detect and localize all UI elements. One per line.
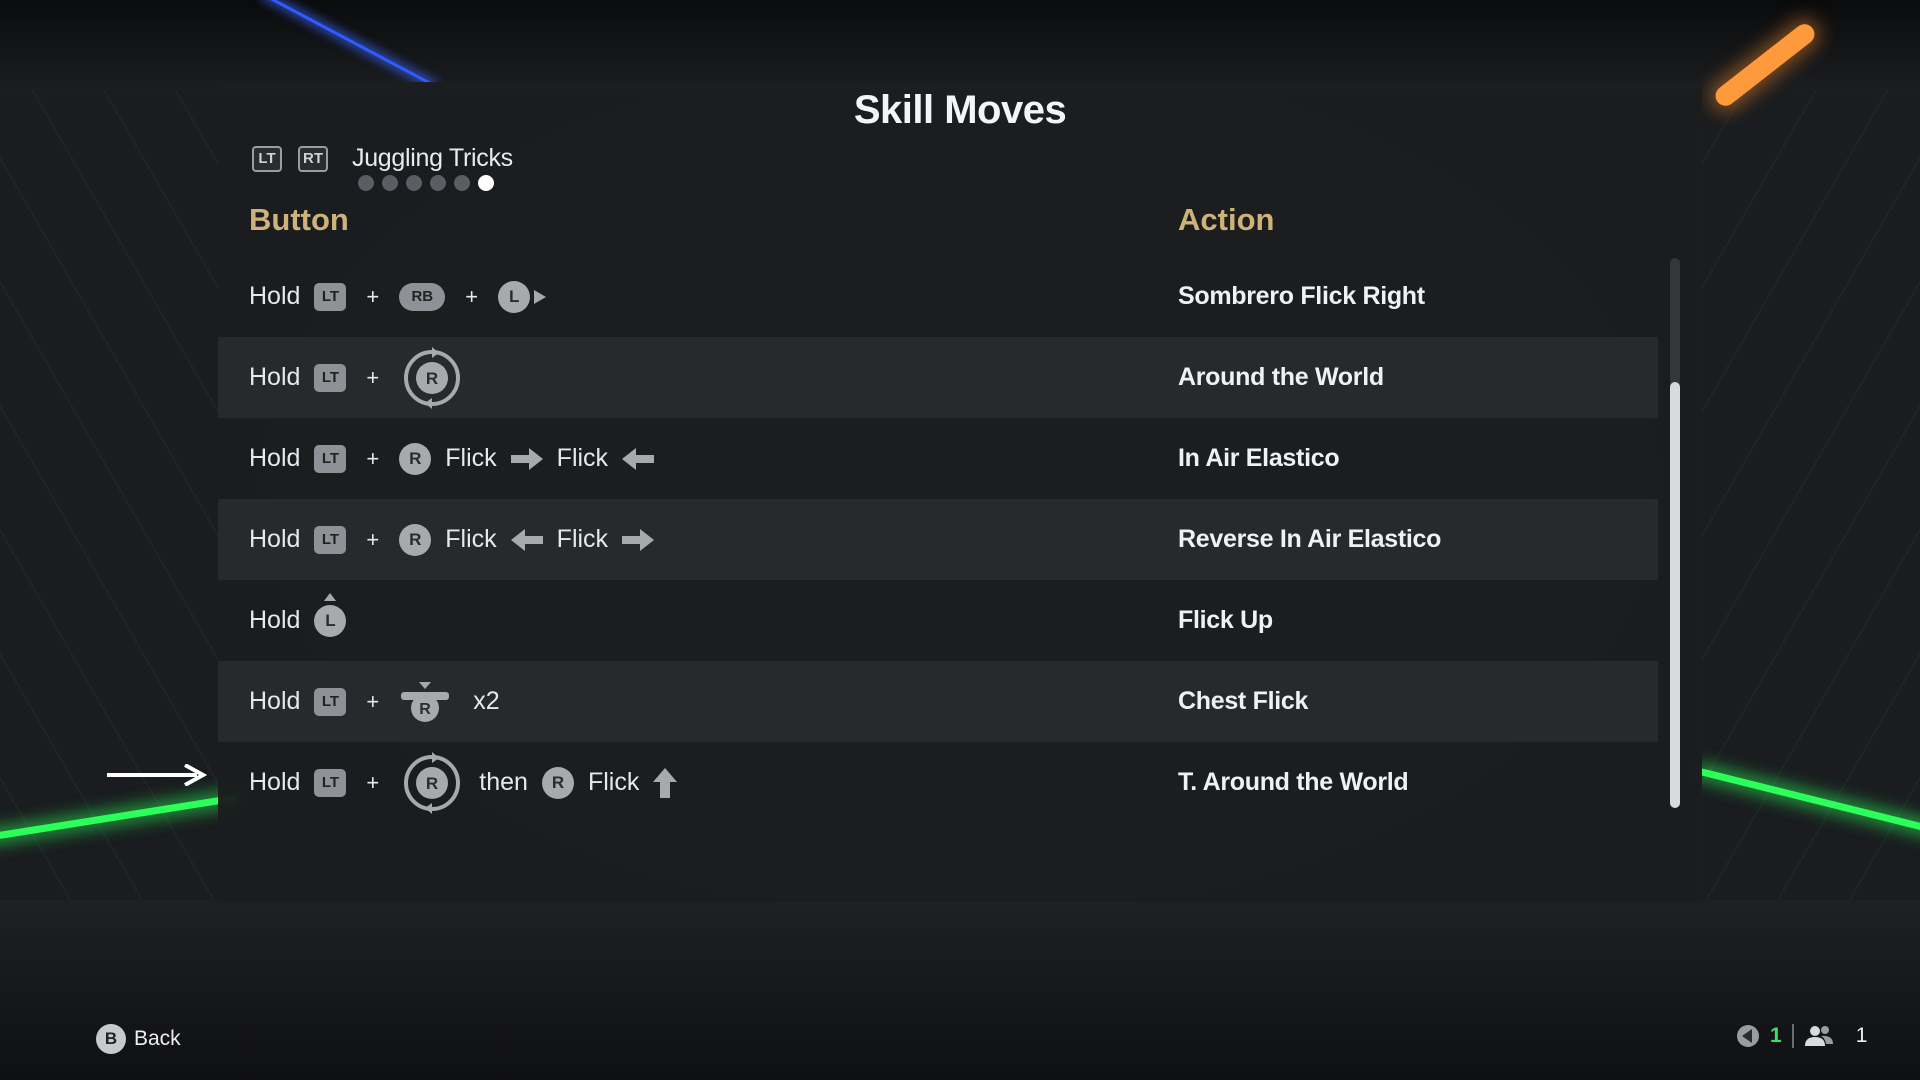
- page-title: Skill Moves: [853, 88, 1067, 132]
- button-combo: Hold L: [249, 580, 347, 661]
- arrow-left-icon: [622, 448, 654, 470]
- lt-icon: LT: [314, 282, 347, 311]
- page-dot: [406, 175, 422, 191]
- plus-sign: +: [366, 769, 380, 795]
- flick-label: Flick: [587, 768, 640, 796]
- page-dot: [430, 175, 446, 191]
- skill-row[interactable]: Hold LT + R Flick Flick In Air Elastico: [218, 418, 1658, 499]
- plus-sign: +: [366, 526, 380, 552]
- up-triangle: [324, 592, 337, 601]
- b-button-icon: B: [96, 1024, 126, 1054]
- svg-text:R: R: [420, 701, 432, 718]
- lt-icon: LT: [314, 525, 347, 554]
- rotate-stick-icon: R: [399, 750, 465, 816]
- button-combo: Hold LT + RB + L: [249, 256, 547, 337]
- repeat-count: x2: [473, 687, 500, 715]
- page-dot: [382, 175, 398, 191]
- action-name: T. Around the World: [1178, 768, 1409, 796]
- column-header-action: Action: [1178, 202, 1275, 237]
- lt-icon: LT: [314, 363, 347, 392]
- arrow-right-icon: [511, 448, 543, 470]
- r-stick-press-icon: R: [401, 681, 450, 722]
- action-name: Sombrero Flick Right: [1178, 282, 1425, 310]
- plus-sign: +: [366, 283, 380, 309]
- flick-label: Flick: [556, 525, 609, 553]
- button-combo: Hold LT + R Flick Flick: [249, 499, 654, 580]
- category-label: Juggling Tricks: [352, 144, 513, 172]
- action-name: Around the World: [1178, 363, 1384, 391]
- back-label: Back: [134, 1027, 181, 1050]
- hold-label: Hold: [249, 363, 301, 391]
- page-dot: [454, 175, 470, 191]
- hold-label: Hold: [249, 687, 301, 715]
- plus-sign: +: [366, 445, 380, 471]
- skill-row[interactable]: Hold LT + R Around the World: [218, 337, 1658, 418]
- plus-sign: +: [366, 688, 380, 714]
- plus-sign: +: [366, 364, 380, 390]
- action-name: Flick Up: [1178, 606, 1273, 634]
- category-selector[interactable]: LT RT Juggling Tricks: [252, 144, 513, 173]
- arrow-left-icon: [511, 529, 543, 551]
- hold-label: Hold: [249, 282, 301, 310]
- l-stick-up-icon: L: [314, 592, 347, 637]
- button-combo: Hold LT + R Flick Flick: [249, 418, 654, 499]
- r-stick-icon: R: [399, 523, 432, 556]
- button-combo: Hold LT + R: [249, 337, 465, 418]
- skill-row-selected[interactable]: Hold LT + R then R Flick T. Around the W…: [218, 742, 1658, 823]
- l-stick-icon: L: [498, 280, 531, 313]
- button-combo: Hold LT + R then R Flick: [249, 742, 678, 823]
- rotate-stick-icon: R: [399, 345, 465, 411]
- hold-label: Hold: [249, 525, 301, 553]
- hold-label: Hold: [249, 768, 301, 796]
- flick-label: Flick: [445, 525, 497, 553]
- arrow-up-icon: [653, 767, 678, 798]
- svg-text:R: R: [426, 774, 438, 793]
- back-button[interactable]: B Back: [96, 1024, 181, 1054]
- page-dot-active: [478, 175, 494, 191]
- scrollbar[interactable]: [1670, 258, 1680, 808]
- rb-icon: RB: [399, 282, 446, 311]
- svg-text:R: R: [426, 369, 438, 388]
- players-icon: [1804, 1026, 1833, 1046]
- scrollbar-thumb[interactable]: [1670, 382, 1680, 808]
- floor: [0, 900, 1920, 1080]
- page-dot: [358, 175, 374, 191]
- action-name: In Air Elastico: [1178, 444, 1340, 472]
- l-stick-icon: L: [314, 604, 347, 637]
- lt-icon: LT: [314, 768, 347, 797]
- skill-row[interactable]: Hold L Flick Up: [218, 580, 1658, 661]
- status-indicators: 1 1: [1736, 1024, 1867, 1048]
- r-stick-icon: R: [399, 442, 432, 475]
- arrow-right-icon: [622, 529, 654, 551]
- skill-row[interactable]: Hold LT + R x2 Chest Flick: [218, 661, 1658, 742]
- rt-icon[interactable]: RT: [298, 145, 328, 172]
- lt-icon[interactable]: LT: [252, 145, 282, 172]
- page-indicator: [358, 175, 494, 191]
- arrow-right-icon: [534, 289, 547, 304]
- skill-row[interactable]: Hold LT + RB + L Sombrero Flick Right: [218, 256, 1658, 337]
- skill-moves-panel: Skill Moves LT RT Juggling Tricks Button…: [218, 82, 1702, 902]
- divider: [1791, 1024, 1794, 1048]
- count-b: 1: [1855, 1024, 1868, 1047]
- skill-list: Hold LT + RB + L Sombrero Flick Right Ho…: [218, 256, 1658, 823]
- lt-icon: LT: [314, 444, 347, 473]
- hold-label: Hold: [249, 444, 301, 472]
- flick-label: Flick: [445, 444, 497, 472]
- hold-label: Hold: [249, 606, 301, 634]
- ceiling: [0, 0, 1920, 90]
- count-a: 1: [1770, 1024, 1782, 1047]
- button-combo: Hold LT + R x2: [249, 661, 500, 742]
- action-name: Reverse In Air Elastico: [1178, 525, 1442, 553]
- plus-sign: +: [465, 283, 479, 309]
- selection-arrow-icon: [107, 764, 207, 786]
- column-header-button: Button: [249, 202, 349, 237]
- r-stick-icon: R: [541, 766, 574, 799]
- mic-icon: [1737, 1025, 1759, 1047]
- skill-row[interactable]: Hold LT + R Flick Flick Reverse In Air E…: [218, 499, 1658, 580]
- then-label: then: [479, 768, 528, 796]
- lt-icon: LT: [314, 687, 347, 716]
- action-name: Chest Flick: [1178, 687, 1309, 715]
- flick-label: Flick: [556, 444, 609, 472]
